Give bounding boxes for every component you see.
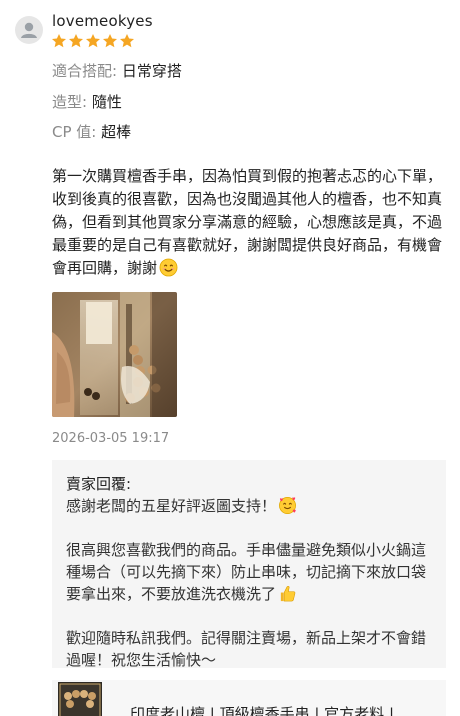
product-thumbnail-image	[58, 682, 102, 716]
star-icon	[86, 34, 100, 48]
star-icon	[69, 34, 83, 48]
attribute-value-rating: CP 值: 超棒	[52, 121, 131, 142]
star-rating	[51, 33, 135, 49]
product-thumbnail	[58, 682, 102, 716]
seller-reply-paragraph: 歡迎隨時私訊我們。記得關注賣場，新品上架才不會錯過喔！祝您生活愉快～	[66, 629, 427, 669]
review-date: 2026-03-05 19:17	[52, 431, 170, 446]
smiling-face-emoji-icon	[159, 258, 178, 277]
seller-reply: 賣家回覆: 感謝老闆的五星好評返圖支持！ 很高興您喜歡我們的商品。手串儘量避免類…	[52, 460, 446, 669]
attribute-key: CP 值:	[52, 123, 97, 141]
review-photo[interactable]	[52, 292, 177, 417]
reviewer-avatar[interactable]	[15, 16, 43, 44]
attribute-value: 隨性	[91, 93, 122, 111]
review-text: 第一次購買檀香手串，因為怕買到假的抱著忐忑的心下單，收到後真的很喜歡，因為也沒聞…	[52, 167, 443, 277]
reviewer-username[interactable]: lovemeokyes	[52, 12, 153, 30]
attribute-shape: 造型: 隨性	[52, 91, 122, 112]
thumbs-up-emoji-icon	[280, 586, 296, 602]
attribute-style-match: 適合搭配: 日常穿搭	[52, 60, 182, 81]
attribute-key: 造型:	[52, 93, 88, 111]
attribute-key: 適合搭配:	[52, 62, 118, 80]
smiling-face-with-hearts-emoji-icon	[279, 497, 296, 514]
seller-reply-paragraph: 很高興您喜歡我們的商品。手串儘量避免類似小火鍋這種場合（可以先摘下來）防止串味，…	[66, 539, 432, 605]
review-body: 第一次購買檀香手串，因為怕買到假的抱著忐忑的心下單，收到後真的很喜歡，因為也沒聞…	[52, 165, 447, 280]
user-icon	[21, 22, 37, 38]
attribute-value: 日常穿搭	[121, 62, 182, 80]
product-card[interactable]: 印度老山檀 | 頂級檀香手串 | 官方老料 | ...	[52, 680, 446, 716]
seller-reply-text: 很高興您喜歡我們的商品。手串儘量避免類似小火鍋這種場合（可以先摘下來）防止串味，…	[66, 541, 427, 603]
seller-reply-paragraph: 感謝老闆的五星好評返圖支持！	[66, 495, 432, 517]
attribute-value: 超棒	[101, 123, 132, 141]
bead-bracelet-photo	[52, 292, 177, 417]
product-name[interactable]: 印度老山檀 | 頂級檀香手串 | 官方老料 | ...	[130, 703, 442, 716]
seller-reply-text: 感謝老闆的五星好評返圖支持！	[66, 497, 277, 515]
star-icon	[120, 34, 134, 48]
star-icon	[52, 34, 66, 48]
seller-reply-title: 賣家回覆:	[66, 475, 132, 493]
star-icon	[103, 34, 117, 48]
